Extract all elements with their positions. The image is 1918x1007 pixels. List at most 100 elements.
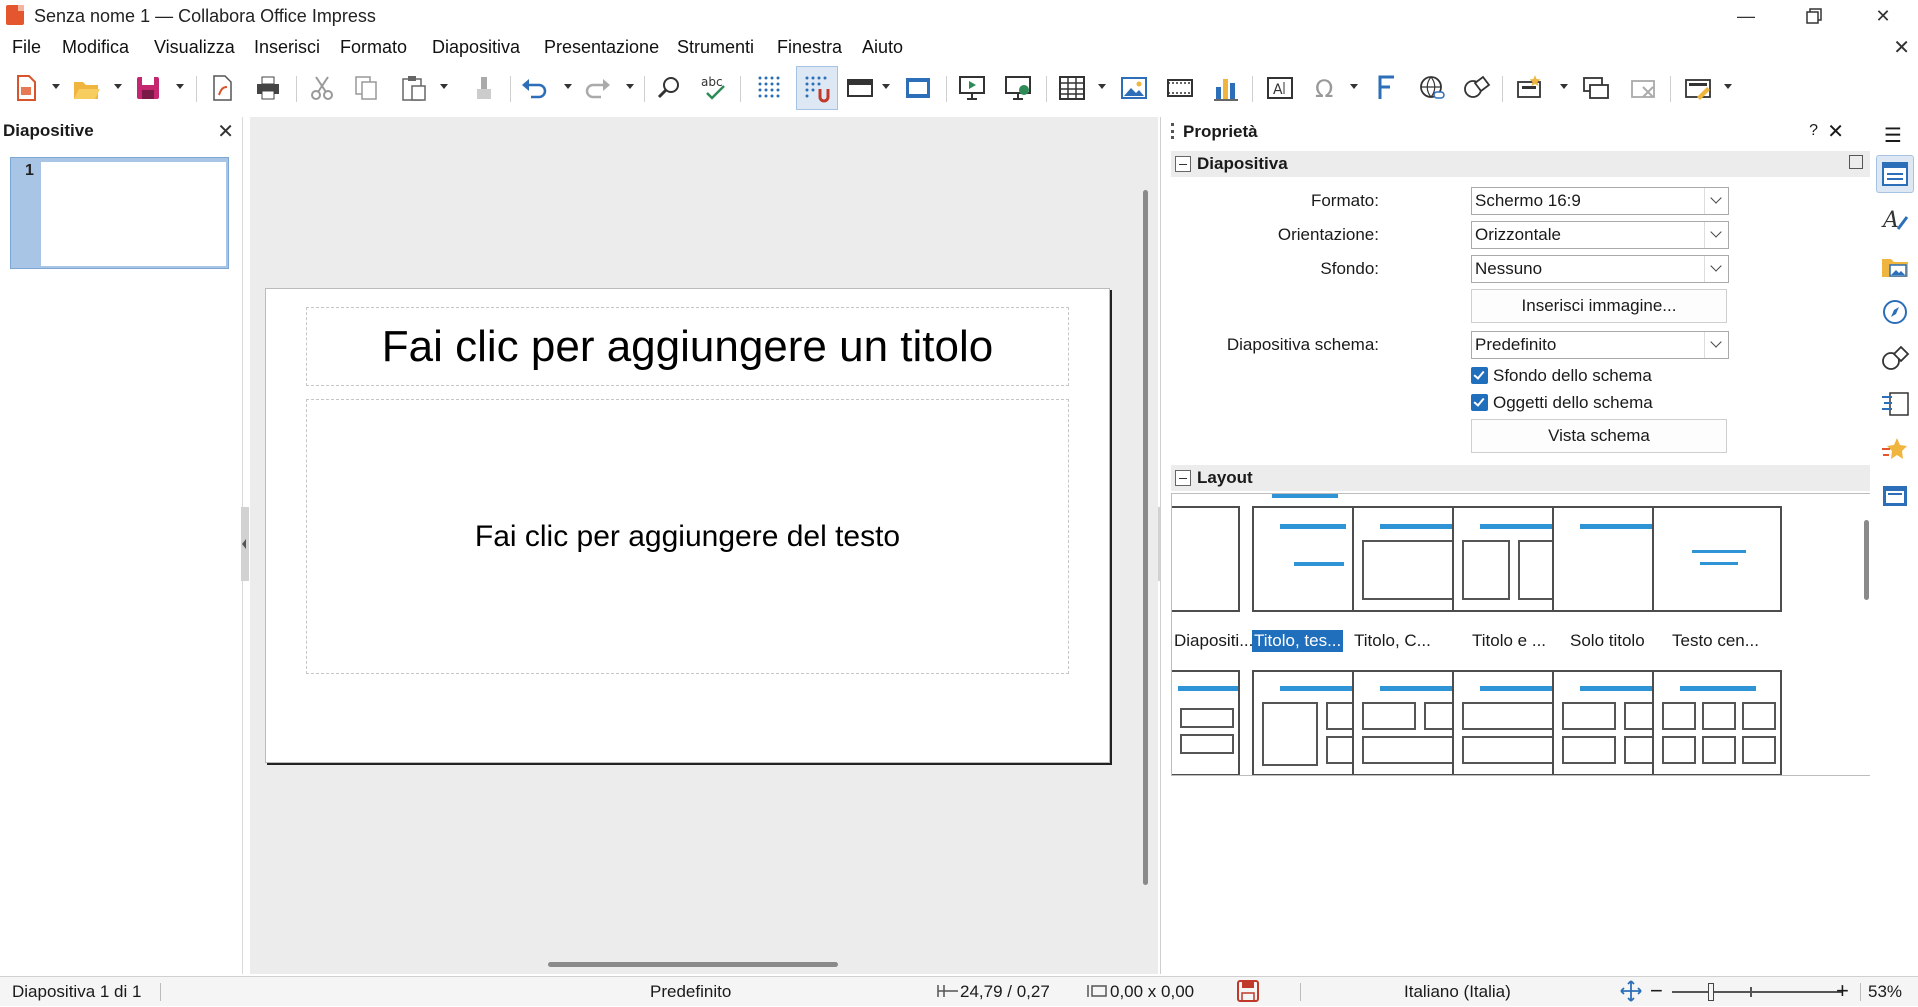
zoom-slider-thumb[interactable] bbox=[1708, 983, 1714, 1001]
cursor-position-icon bbox=[937, 985, 958, 997]
display-grid-icon[interactable] bbox=[754, 72, 786, 104]
slide-thumbnail[interactable]: 1 bbox=[10, 157, 229, 269]
background-select[interactable]: Nessuno bbox=[1471, 255, 1729, 283]
menu-aiuto[interactable]: Aiuto bbox=[862, 37, 903, 58]
minimize-button[interactable]: — bbox=[1718, 0, 1774, 32]
fit-slide-icon[interactable] bbox=[1620, 980, 1642, 1007]
start-from-first-icon[interactable] bbox=[956, 72, 988, 104]
master-slide-label: Diapositiva schema: bbox=[1226, 335, 1379, 354]
language[interactable]: Italiano (Italia) bbox=[1404, 982, 1511, 1002]
layout-centered-text[interactable] bbox=[1652, 506, 1782, 612]
new-document-icon[interactable] bbox=[10, 72, 42, 104]
object-size-icon bbox=[1087, 985, 1107, 997]
delete-slide-icon[interactable] bbox=[1628, 72, 1660, 104]
zoom-slider-tick bbox=[1750, 987, 1752, 997]
svg-text:abc: abc bbox=[701, 75, 723, 89]
menu-file[interactable]: File bbox=[12, 37, 41, 58]
insert-image-button[interactable]: Inserisci immagine... bbox=[1471, 289, 1727, 323]
open-icon[interactable] bbox=[70, 72, 102, 104]
layout-title-6content[interactable] bbox=[1652, 670, 1782, 775]
new-slide-icon[interactable] bbox=[1514, 72, 1546, 104]
find-replace-icon[interactable] bbox=[654, 72, 686, 104]
fontwork-icon[interactable] bbox=[1370, 72, 1402, 104]
styles-tab[interactable]: A bbox=[1876, 201, 1914, 239]
save-icon[interactable] bbox=[132, 72, 164, 104]
maximize-button[interactable] bbox=[1786, 0, 1842, 32]
slide-layout-icon[interactable] bbox=[1682, 72, 1714, 104]
close-window-button[interactable]: ✕ bbox=[1855, 0, 1911, 32]
menu-diapositiva[interactable]: Diapositiva bbox=[432, 37, 520, 58]
sidebar-menu-icon[interactable]: ☰ bbox=[1884, 123, 1902, 148]
vertical-scrollbar[interactable] bbox=[1143, 190, 1148, 885]
spellcheck-icon[interactable]: abc bbox=[698, 72, 730, 104]
navigator-tab[interactable] bbox=[1876, 293, 1914, 331]
master-slide-select[interactable]: Predefinito bbox=[1471, 331, 1729, 359]
master-slides-tab[interactable] bbox=[1876, 477, 1914, 515]
redo-icon[interactable] bbox=[582, 72, 614, 104]
slide[interactable]: Fai clic per aggiungere un titolo Fai cl… bbox=[265, 288, 1110, 763]
menu-presentazione[interactable]: Presentazione bbox=[544, 37, 659, 58]
start-from-current-icon[interactable] bbox=[1002, 72, 1034, 104]
layout-title-2content-row[interactable] bbox=[1172, 670, 1240, 775]
document-modified-icon[interactable] bbox=[1236, 980, 1260, 1007]
animation-tab[interactable] bbox=[1876, 431, 1914, 469]
size-value: 0,00 x 0,00 bbox=[1110, 982, 1195, 1001]
help-icon[interactable]: ? bbox=[1809, 122, 1818, 140]
insert-media-icon[interactable] bbox=[1164, 72, 1196, 104]
close-document-icon[interactable]: ✕ bbox=[1893, 35, 1910, 60]
export-pdf-icon[interactable] bbox=[206, 72, 238, 104]
undo-icon[interactable] bbox=[518, 72, 550, 104]
insert-textbox-icon[interactable]: A bbox=[1264, 72, 1296, 104]
copy-icon[interactable] bbox=[350, 72, 382, 104]
title-placeholder[interactable]: Fai clic per aggiungere un titolo bbox=[306, 307, 1069, 386]
checkbox-checked-icon bbox=[1471, 394, 1488, 411]
layout-blank[interactable] bbox=[1172, 506, 1240, 612]
close-deck-icon[interactable]: ✕ bbox=[1827, 119, 1844, 144]
slide-section-header[interactable]: Diapositiva bbox=[1171, 151, 1871, 177]
clone-formatting-icon[interactable] bbox=[468, 72, 500, 104]
horizontal-scrollbar[interactable] bbox=[548, 962, 838, 967]
deck-grip-icon[interactable] bbox=[1171, 123, 1174, 139]
menu-formato[interactable]: Formato bbox=[340, 37, 407, 58]
snap-to-grid-icon[interactable] bbox=[796, 66, 838, 110]
orientation-select[interactable]: Orizzontale bbox=[1471, 221, 1729, 249]
zoom-slider[interactable] bbox=[1672, 991, 1842, 993]
master-view-button[interactable]: Vista schema bbox=[1471, 419, 1727, 453]
insert-chart-icon[interactable] bbox=[1210, 72, 1242, 104]
slide-transition-tab[interactable] bbox=[1876, 385, 1914, 423]
display-views-icon[interactable] bbox=[844, 72, 876, 104]
basic-shapes-icon[interactable] bbox=[1460, 72, 1492, 104]
menu-inserisci[interactable]: Inserisci bbox=[254, 37, 320, 58]
collapse-icon[interactable] bbox=[1175, 470, 1191, 486]
body-placeholder[interactable]: Fai clic per aggiungere del testo bbox=[306, 399, 1069, 674]
zoom-level[interactable]: 53% bbox=[1868, 982, 1902, 1002]
gallery-tab[interactable] bbox=[1876, 247, 1914, 285]
menu-strumenti[interactable]: Strumenti bbox=[677, 37, 754, 58]
properties-tab[interactable] bbox=[1876, 155, 1914, 193]
shapes-tab[interactable] bbox=[1876, 339, 1914, 377]
zoom-in-button[interactable]: + bbox=[1836, 978, 1849, 1004]
menu-finestra[interactable]: Finestra bbox=[777, 37, 842, 58]
chevron-down-icon bbox=[1704, 332, 1728, 358]
menu-visualizza[interactable]: Visualizza bbox=[154, 37, 235, 58]
master-slide-icon[interactable] bbox=[902, 72, 934, 104]
layout-section-header[interactable]: Layout bbox=[1171, 465, 1871, 491]
print-icon[interactable] bbox=[252, 72, 284, 104]
collapse-icon[interactable] bbox=[1175, 156, 1191, 172]
insert-table-icon[interactable] bbox=[1056, 72, 1088, 104]
collapse-left-panel-handle[interactable] bbox=[241, 507, 249, 581]
master-objects-checkbox[interactable]: Oggetti dello schema bbox=[1471, 393, 1653, 413]
layout-scrollbar[interactable] bbox=[1864, 520, 1869, 600]
paste-icon[interactable] bbox=[398, 72, 430, 104]
menu-modifica[interactable]: Modifica bbox=[62, 37, 129, 58]
close-panel-icon[interactable]: ✕ bbox=[217, 119, 234, 144]
format-select[interactable]: Schermo 16:9 bbox=[1471, 187, 1729, 215]
more-options-icon[interactable] bbox=[1849, 155, 1863, 169]
insert-image-icon[interactable] bbox=[1118, 72, 1150, 104]
master-background-checkbox[interactable]: Sfondo dello schema bbox=[1471, 366, 1652, 386]
cut-icon[interactable] bbox=[306, 72, 338, 104]
special-character-icon[interactable]: Ω bbox=[1310, 72, 1342, 104]
duplicate-slide-icon[interactable] bbox=[1580, 72, 1612, 104]
hyperlink-icon[interactable] bbox=[1416, 72, 1448, 104]
zoom-out-button[interactable]: − bbox=[1650, 978, 1663, 1004]
